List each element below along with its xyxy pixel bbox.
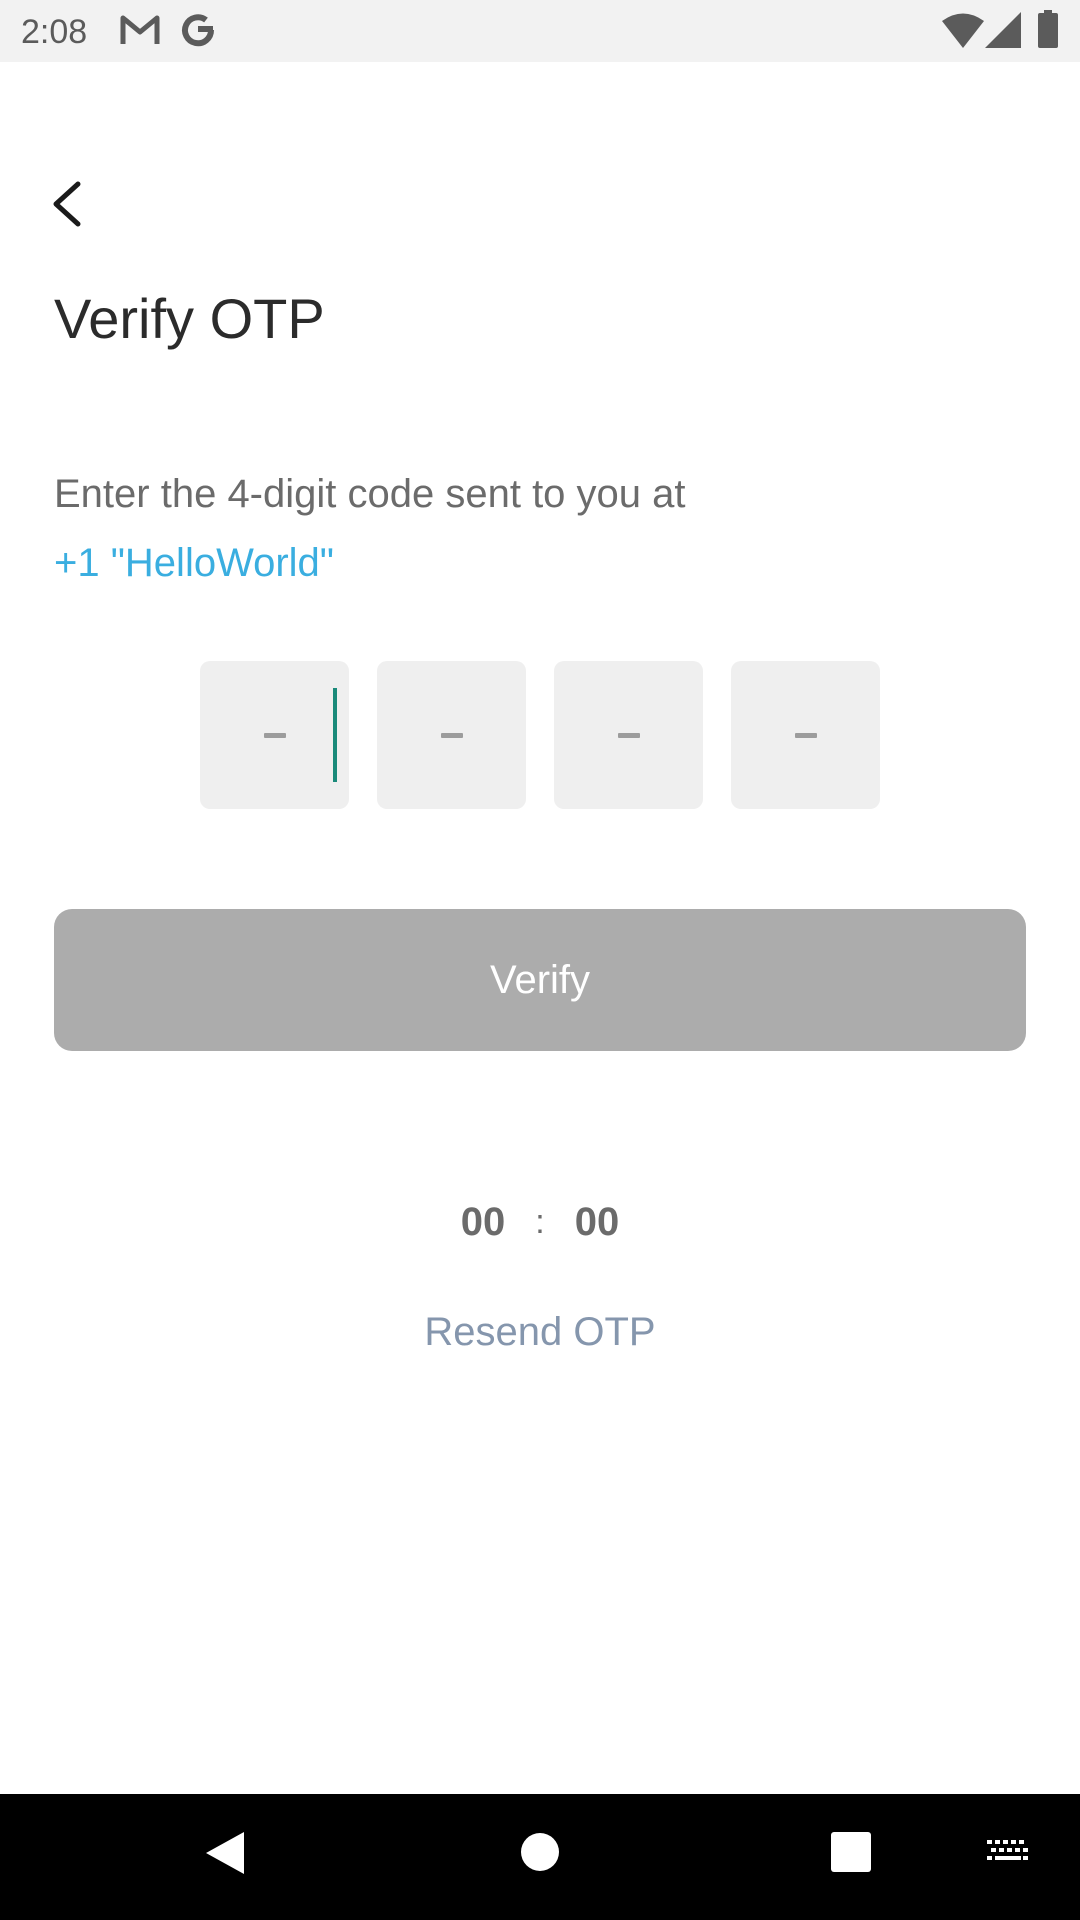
chevron-left-icon xyxy=(53,181,81,227)
verify-button[interactable]: Verify xyxy=(54,909,1026,1051)
google-icon xyxy=(180,12,216,53)
otp-digit-2[interactable] xyxy=(377,661,526,809)
back-button[interactable] xyxy=(38,166,94,242)
gmail-icon xyxy=(120,14,160,51)
placeholder-dash xyxy=(617,732,640,738)
instruction-text: Enter the 4-digit code sent to you at xyxy=(54,472,686,516)
page-title: Verify OTP xyxy=(54,287,325,350)
phone-number: +1 "HelloWorld" xyxy=(54,541,334,585)
status-bar: 2:08 xyxy=(0,0,1080,62)
battery-icon xyxy=(1038,10,1058,53)
signal-icon xyxy=(985,12,1021,53)
placeholder-dash xyxy=(263,732,286,738)
status-time: 2:08 xyxy=(21,13,88,51)
resend-otp-link[interactable]: Resend OTP xyxy=(0,1310,1080,1355)
home-circle-icon[interactable] xyxy=(520,1832,560,1877)
timer-separator: : xyxy=(535,1203,545,1241)
otp-digit-3[interactable] xyxy=(554,661,703,809)
countdown-timer: 00 : 00 xyxy=(0,1200,1080,1245)
wifi-icon xyxy=(942,12,984,53)
keyboard-icon[interactable] xyxy=(987,1840,1029,1871)
timer-seconds: 00 xyxy=(574,1200,620,1244)
otp-digit-1[interactable] xyxy=(200,661,349,809)
text-caret xyxy=(333,688,337,782)
back-triangle-icon[interactable] xyxy=(204,1830,246,1881)
recents-square-icon[interactable] xyxy=(831,1832,871,1877)
otp-digit-4[interactable] xyxy=(731,661,880,809)
placeholder-dash xyxy=(794,732,817,738)
system-nav-bar xyxy=(0,1794,1080,1920)
placeholder-dash xyxy=(440,732,463,738)
timer-minutes: 00 xyxy=(460,1200,506,1244)
otp-input-group xyxy=(200,661,880,809)
